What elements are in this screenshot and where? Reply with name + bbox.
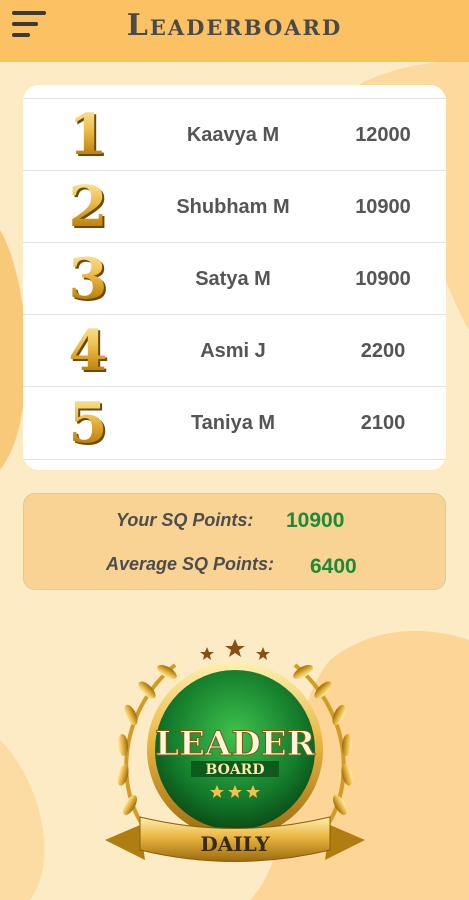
leaderboard-row[interactable]: 4 Asmi J 2200 (23, 314, 446, 387)
rank-number: 1 (53, 103, 123, 167)
leaderboard-row[interactable]: 3 Satya M 10900 (23, 242, 446, 315)
badge-subtitle: BOARD (206, 762, 265, 778)
badge-title: LEADER (155, 724, 316, 764)
leaderboard-row[interactable]: 1 Kaavya M 12000 (23, 98, 446, 171)
player-score: 2100 (360, 412, 406, 434)
points-summary: Your SQ Points: 10900 Average SQ Points:… (23, 493, 446, 590)
leaderboard-row[interactable]: 5 Taniya M 2100 (23, 386, 446, 460)
your-points-label: Your SQ Points: (116, 510, 254, 530)
app-header: Leaderboard (0, 0, 469, 62)
player-name: Taniya M (190, 412, 276, 434)
rank-number: 3 (53, 247, 123, 311)
player-name: Satya M (195, 268, 271, 290)
rank-number: 5 (53, 391, 123, 455)
average-points-value: 6400 (310, 555, 357, 578)
average-points-label: Average SQ Points: (106, 554, 275, 574)
player-score: 10900 (355, 268, 411, 290)
rank-number: 2 (53, 175, 123, 239)
player-score: 10900 (355, 196, 411, 218)
star-icon (200, 639, 270, 660)
leaderboard-row[interactable]: 2 Shubham M 10900 (23, 170, 446, 243)
page-title: Leaderboard (126, 8, 343, 43)
player-name: Asmi J (200, 340, 266, 362)
player-name: Kaavya M (186, 124, 280, 146)
ribbon-label: DAILY (200, 832, 270, 856)
daily-leaderboard-badge: LEADER BOARD DAILY (105, 639, 365, 862)
player-name: Shubham M (176, 196, 290, 218)
player-score: 2200 (360, 340, 406, 362)
your-points-value: 10900 (286, 509, 345, 532)
rank-number: 4 (53, 319, 123, 383)
player-score: 12000 (355, 124, 411, 146)
leaderboard-table: 1 Kaavya M 12000 2 Shubham M 10900 3 Sat… (23, 85, 446, 470)
